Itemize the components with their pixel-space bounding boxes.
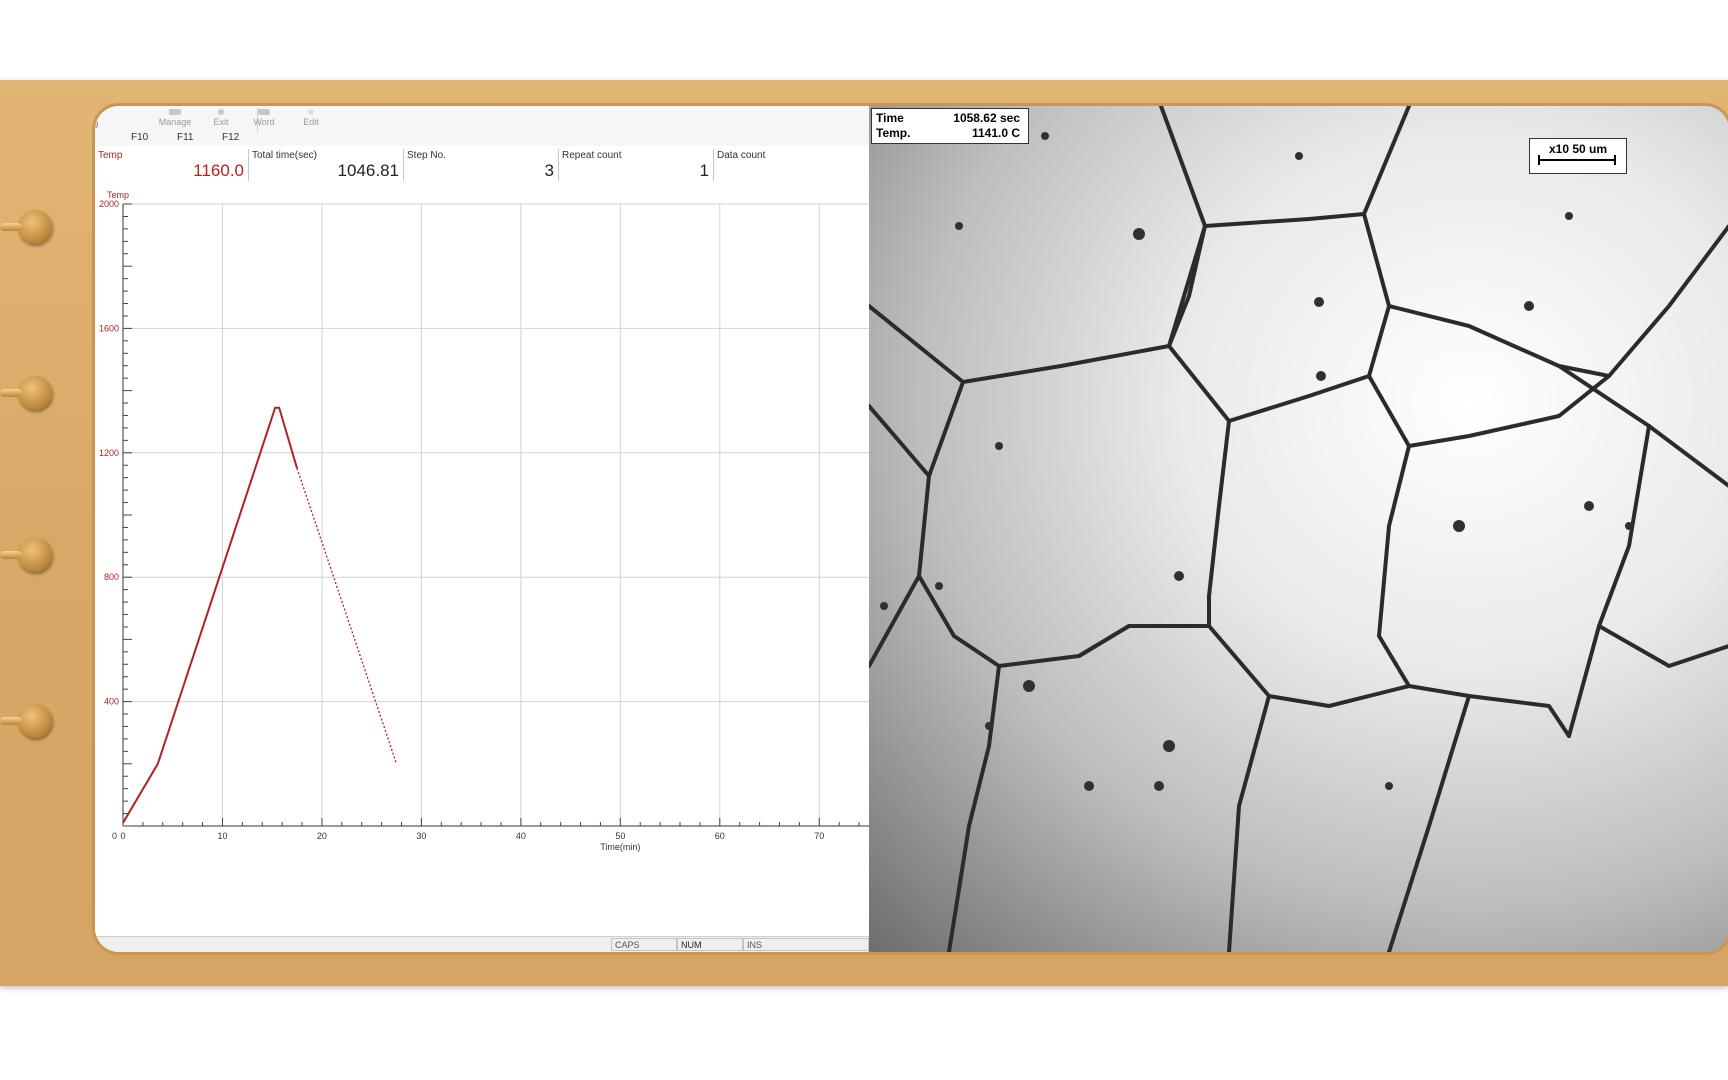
total-time-label: Total time(sec) <box>252 150 318 161</box>
time-value: 1058.62 sec <box>953 111 1020 125</box>
grain-structure-image <box>869 106 1728 952</box>
fkey-f11: F11 <box>177 132 194 143</box>
scale-bar <box>1538 155 1616 165</box>
manage-button[interactable]: Manage <box>155 109 195 127</box>
time-label: Time <box>876 111 904 125</box>
x-tick-label: 0 <box>120 831 125 841</box>
edit-label: Edit <box>303 117 319 127</box>
repeat-count-field: Repeat count 1 <box>558 149 713 181</box>
y-tick-label: 1600 <box>99 323 119 333</box>
total-time-field: Total time(sec) 1046.81 <box>248 149 403 181</box>
edit-icon <box>308 109 314 115</box>
toolbar: 9 Manage Exit Word Edit F10 F11 F12 <box>95 106 869 147</box>
x-axis-label: Time(min) <box>600 842 640 852</box>
y-axis-label: Temp <box>107 190 129 200</box>
data-count-label: Data count <box>717 150 766 161</box>
temp-field-label: Temp <box>98 150 123 161</box>
total-time-value: 1046.81 <box>337 161 399 180</box>
fkey-f12: F12 <box>222 132 240 143</box>
word-button[interactable]: Word <box>244 109 284 127</box>
micrograph-view: Time 1058.62 sec Temp. 1141.0 C x10 50 u… <box>869 106 1728 952</box>
y-tick-label: 800 <box>104 572 119 582</box>
status-bar: CAPS NUM INS <box>95 936 869 952</box>
x-tick-label: 30 <box>416 831 426 841</box>
series-line-measured <box>122 406 299 824</box>
repeat-count-label: Repeat count <box>562 150 622 161</box>
x-tick-label: 50 <box>615 831 625 841</box>
status-fields: Temp 1160.0 Total time(sec) 1046.81 Step… <box>95 146 869 185</box>
y-tick-label: 400 <box>104 697 119 707</box>
x-tick-label: 10 <box>217 831 227 841</box>
y-tick-label: 1200 <box>99 448 119 458</box>
exit-label: Exit <box>213 117 229 127</box>
scale-indicator: x10 50 um <box>1529 138 1627 174</box>
word-label: Word <box>253 117 275 127</box>
fkey-f10: F10 <box>131 132 149 143</box>
temp-field-value: 1160.0 <box>193 161 244 180</box>
caps-indicator: CAPS <box>611 938 677 951</box>
binder-ring <box>0 704 52 738</box>
temperature-chart: 0 10 20 30 40 50 60 70 400 800 1200 1600 2000 0 Temp Ti… <box>99 190 869 852</box>
time-temp-overlay: Time 1058.62 sec Temp. 1141.0 C <box>871 108 1029 144</box>
ins-indicator: INS <box>743 938 869 951</box>
repeat-count-value: 1 <box>699 161 709 180</box>
exit-button[interactable]: Exit <box>201 109 241 127</box>
step-no-label: Step No. <box>407 150 446 161</box>
x-tick-label: 70 <box>814 831 824 841</box>
binder-ring <box>0 376 52 410</box>
manage-label: Manage <box>158 117 192 127</box>
num-indicator: NUM <box>677 938 743 951</box>
step-no-value: 3 <box>544 161 554 180</box>
temp-field: Temp 1160.0 <box>95 149 248 181</box>
temp-value: 1141.0 C <box>971 126 1020 140</box>
y-tick-label: 2000 <box>99 199 119 209</box>
manage-icon <box>169 109 181 115</box>
x-tick-label: 60 <box>715 831 725 841</box>
data-count-field: Data count <box>713 149 869 181</box>
series-line-projected <box>296 468 398 765</box>
fkey-hint: 9 <box>95 120 99 131</box>
temp-row: Temp. 1141.0 C <box>876 126 1024 141</box>
time-row: Time 1058.62 sec <box>876 111 1024 126</box>
temperature-chart-area: 0 10 20 30 40 50 60 70 400 800 1200 1600 2000 0 Temp Ti… <box>95 184 869 936</box>
exit-icon <box>218 109 224 115</box>
binder-ring <box>0 210 52 244</box>
edit-button[interactable]: Edit <box>291 109 331 127</box>
origin-label: 0 <box>112 831 117 841</box>
word-icon <box>258 109 270 115</box>
software-window: 9 Manage Exit Word Edit F10 F11 F12 Temp… <box>95 106 869 952</box>
x-tick-label: 20 <box>317 831 327 841</box>
x-tick-label: 40 <box>516 831 526 841</box>
scale-label: x10 50 um <box>1548 142 1608 156</box>
binder-ring <box>0 538 52 572</box>
temp-label: Temp. <box>876 126 911 140</box>
screen: 9 Manage Exit Word Edit F10 F11 F12 Temp… <box>95 106 1728 952</box>
step-no-field: Step No. 3 <box>403 149 558 181</box>
